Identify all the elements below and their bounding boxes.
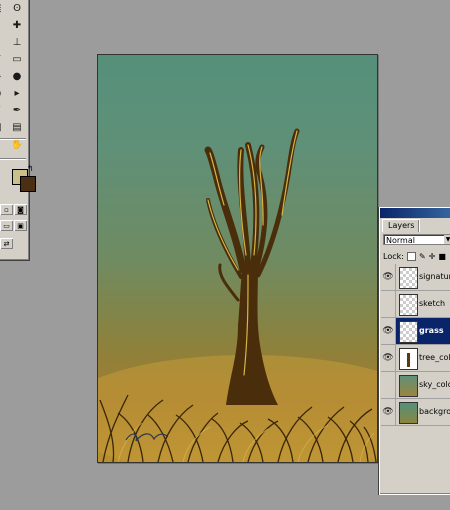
lock-label: Lock: [383, 252, 404, 261]
lock-pixels-icon[interactable]: ✎ [419, 252, 426, 261]
eye-icon[interactable]: 👁 [381, 399, 396, 425]
blend-mode-value: Normal [386, 236, 415, 245]
quick-mask-mode-icon[interactable]: ◙ [14, 204, 27, 215]
standard-mode-icon[interactable]: ▫ [0, 204, 13, 215]
shape-icon[interactable]: □ [0, 119, 6, 136]
blend-mode-select[interactable]: Normal ▼ [383, 234, 450, 245]
crop-icon[interactable]: ⌗ [0, 17, 6, 34]
tools-palette: ⬚ʘ⌗✚✎⊥↺▭◆●◐▸T✒□▤⁄✋▫◙▭▣⇄ [0, 0, 30, 261]
healing-brush-icon[interactable]: ✚ [8, 17, 26, 34]
eye-icon[interactable]: 👁 [381, 291, 396, 317]
brush-icon[interactable]: ✎ [0, 34, 6, 51]
layer-row[interactable]: 👁 sky_colou [381, 372, 450, 399]
swap-colors-icon[interactable]: ↰ [27, 164, 34, 173]
layer-thumbnail[interactable] [399, 348, 418, 370]
paint-bucket-icon[interactable]: ◆ [0, 68, 6, 85]
eraser-icon[interactable]: ▭ [8, 51, 26, 68]
lock-transparency-icon[interactable] [406, 252, 416, 261]
layer-name[interactable]: sketch [419, 299, 445, 308]
document-canvas[interactable] [97, 54, 378, 463]
lasso-icon[interactable]: ʘ [8, 0, 26, 17]
layer-row[interactable]: 👁 tree_colou [381, 345, 450, 372]
artwork [98, 128, 377, 462]
layer-row[interactable]: 👁 signature [381, 264, 450, 291]
layer-row[interactable]: 👁 sketch [381, 291, 450, 318]
layer-list: 👁 signature 👁 sketch 👁 grass 👁 tree_colou 👁 sky_c… [381, 264, 450, 426]
lock-row: Lock: ✎ ✛ ■ [383, 252, 446, 261]
layer-row[interactable]: 👁 backgrou [381, 399, 450, 426]
eye-icon[interactable]: 👁 [381, 264, 396, 290]
lock-position-icon[interactable]: ✛ [429, 252, 436, 261]
layer-thumbnail[interactable] [399, 267, 418, 289]
layer-name[interactable]: sky_colou [419, 380, 450, 389]
layer-thumbnail[interactable] [399, 294, 418, 316]
layer-thumbnail[interactable] [399, 402, 418, 424]
layer-thumbnail[interactable] [399, 321, 418, 343]
marquee-icon[interactable]: ⬚ [0, 0, 6, 17]
type-icon[interactable]: T [0, 102, 6, 119]
eye-icon[interactable]: 👁 [381, 372, 396, 398]
dodge-icon[interactable]: ◐ [0, 85, 6, 102]
layer-name[interactable]: signature [419, 272, 450, 281]
history-brush-icon[interactable]: ↺ [0, 51, 6, 68]
layers-palette: Layers Normal ▼ Lock: ✎ ✛ ■ 👁 signature 👁 s… [379, 207, 450, 495]
pen-icon[interactable]: ✒ [8, 102, 26, 119]
layer-name[interactable]: grass [419, 326, 444, 335]
eye-icon[interactable]: 👁 [381, 345, 396, 371]
layer-thumbnail[interactable] [399, 375, 418, 397]
blur-icon[interactable]: ● [8, 68, 26, 85]
screen-mode-full-icon[interactable]: ▣ [14, 220, 27, 231]
tool-divider [0, 158, 26, 159]
chevron-down-icon: ▼ [444, 235, 450, 244]
screen-mode-standard-icon[interactable]: ▭ [0, 220, 13, 231]
lock-all-icon[interactable]: ■ [438, 252, 446, 261]
clone-stamp-icon[interactable]: ⊥ [8, 34, 26, 51]
layers-tab[interactable]: Layers [382, 219, 421, 232]
background-color-swatch[interactable] [20, 176, 36, 192]
notes-icon[interactable]: ▤ [8, 119, 26, 136]
path-selection-icon[interactable]: ▸ [8, 85, 26, 102]
eye-icon[interactable]: 👁 [381, 318, 396, 344]
layer-row[interactable]: 👁 grass [381, 318, 450, 345]
layers-palette-titlebar[interactable] [380, 208, 450, 218]
layer-name[interactable]: backgrou [419, 407, 450, 416]
tool-divider [0, 138, 26, 139]
layer-name[interactable]: tree_colou [419, 353, 450, 362]
jump-to-imageready-icon[interactable]: ⇄ [0, 238, 13, 249]
